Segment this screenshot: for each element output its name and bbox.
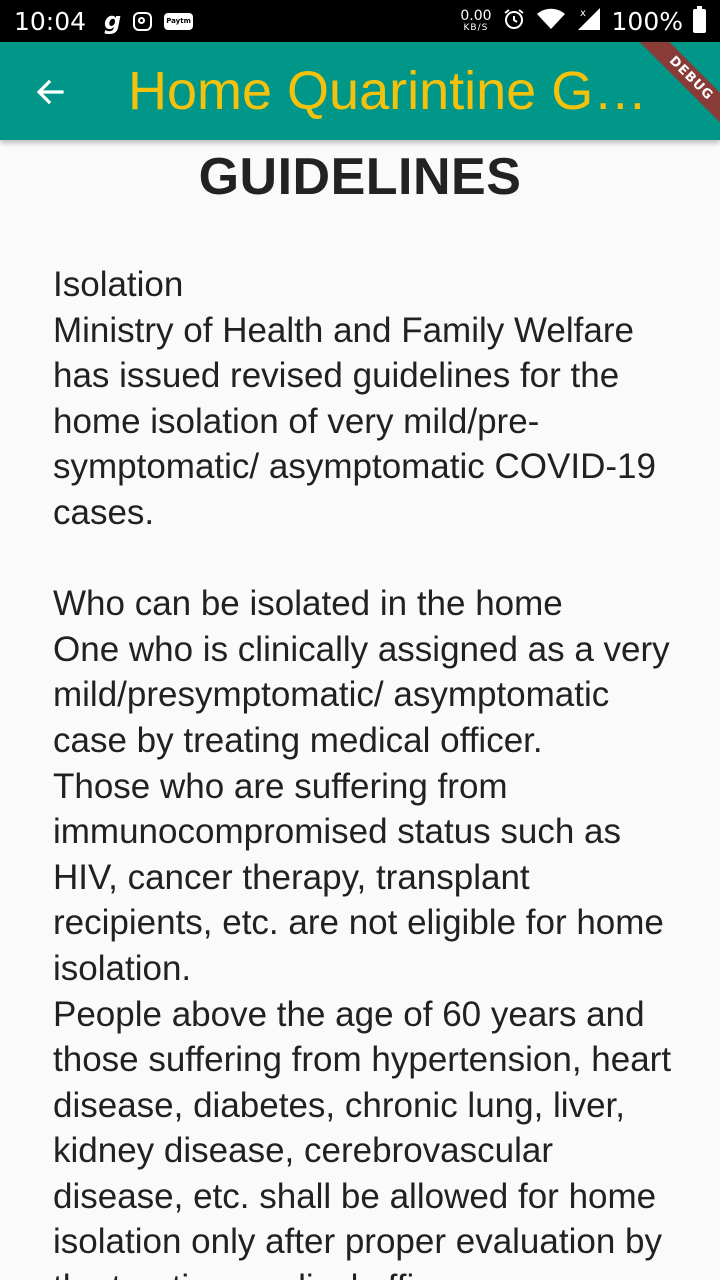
app-bar-title: Home Quarintine Guidelines	[128, 61, 648, 121]
instagram-icon	[133, 11, 153, 31]
network-speed-value: 0.00	[460, 8, 492, 24]
guidelines-body-text: Isolation Ministry of Health and Family …	[53, 265, 672, 1280]
network-speed: 0.00 KB/S	[460, 9, 491, 33]
alarm-icon	[502, 7, 526, 35]
notification-icons: g Paytm	[104, 7, 193, 35]
back-button[interactable]	[30, 72, 70, 112]
network-speed-unit: KB/S	[463, 23, 489, 33]
svg-text:x: x	[580, 8, 586, 19]
debug-banner: DEBUG	[637, 42, 720, 132]
arrow-back-icon	[36, 79, 64, 105]
battery-percent: 100%	[611, 6, 683, 36]
status-bar: 10:04 g Paytm 0.00 KB/S x 100%	[0, 0, 720, 42]
status-icons: 0.00 KB/S x 100%	[460, 6, 706, 36]
page-title: GUIDELINES	[198, 148, 522, 206]
guidelines-scroll-view[interactable]: GUIDELINES Isolation Ministry of Health …	[0, 140, 720, 1280]
cell-signal-icon: x	[576, 6, 602, 36]
wifi-icon	[536, 7, 566, 35]
status-time: 10:04	[14, 6, 87, 36]
g-notification-icon: g	[104, 7, 122, 35]
app-bar: Home Quarintine Guidelines DEBUG	[0, 42, 720, 140]
battery-icon	[693, 6, 706, 33]
paytm-icon: Paytm	[164, 12, 193, 30]
